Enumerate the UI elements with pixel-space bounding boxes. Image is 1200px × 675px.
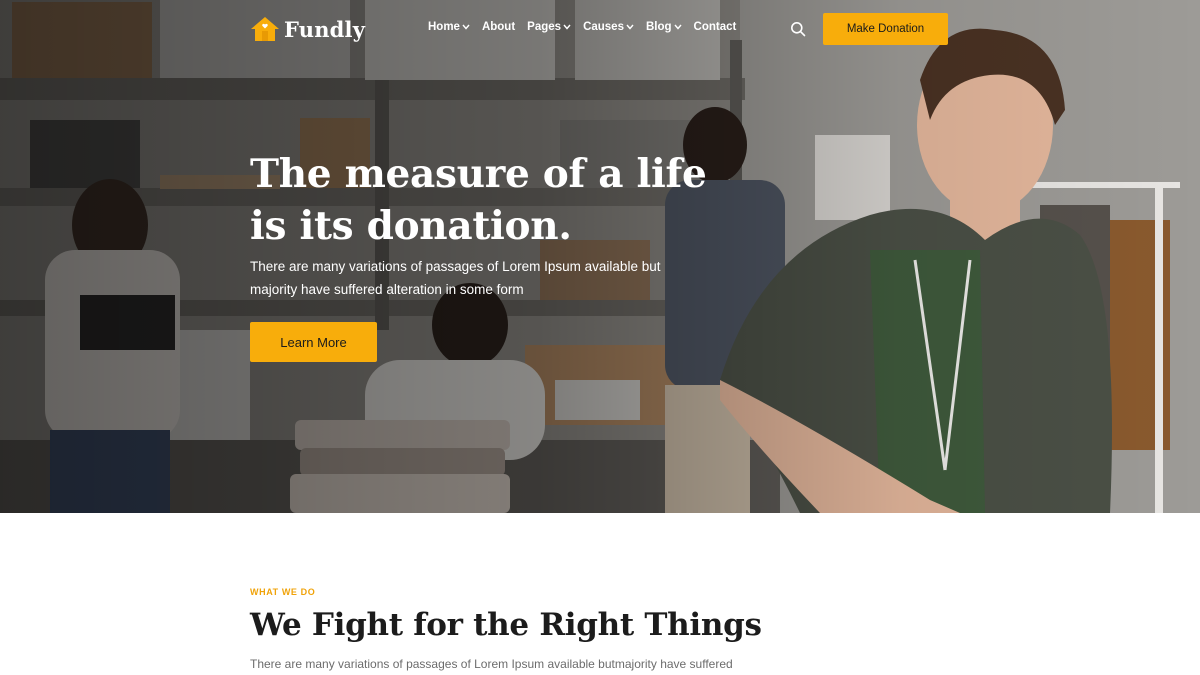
hero-subtitle: There are many variations of passages of… [250,259,661,297]
chevron-down-icon [563,24,571,30]
main-nav: Home About Pages Causes Blog Contact [428,21,736,33]
hero-section: Fundly Home About Pages Causes Blog Cont… [0,0,1200,513]
section-title: We Fight for the Right Things [250,607,762,643]
nav-item-label: Pages [527,21,562,33]
chevron-down-icon [626,24,634,30]
nav-item-home[interactable]: Home [428,21,470,33]
house-logo-icon [251,17,279,41]
brand-name: Fundly [284,16,366,42]
chevron-down-icon [674,24,682,30]
nav-item-label: About [481,21,516,33]
nav-item-causes[interactable]: Causes [583,21,634,33]
section-eyebrow: WHAT WE DO [250,587,316,597]
nav-item-about[interactable]: About [482,21,515,33]
hero-title-line: The measure of a life [250,151,707,197]
nav-item-contact[interactable]: Contact [694,21,737,33]
nav-item-blog[interactable]: Blog [646,21,682,33]
nav-item-pages[interactable]: Pages [527,21,571,33]
learn-more-button[interactable]: Learn More [250,322,377,362]
nav-item-label: Causes [583,21,624,33]
logo[interactable]: Fundly [250,14,365,44]
nav-item-label: Blog [645,21,672,33]
search-icon[interactable] [790,21,806,37]
nav-item-label: Contact [693,21,737,33]
nav-item-label: Home [428,21,460,33]
make-donation-button[interactable]: Make Donation [823,13,948,45]
hero-title-line: is its donation. [250,203,572,249]
hero-title: The measure of a life is its donation. [250,148,770,252]
chevron-down-icon [462,24,470,30]
section-description: There are many variations of passages of… [250,657,733,671]
